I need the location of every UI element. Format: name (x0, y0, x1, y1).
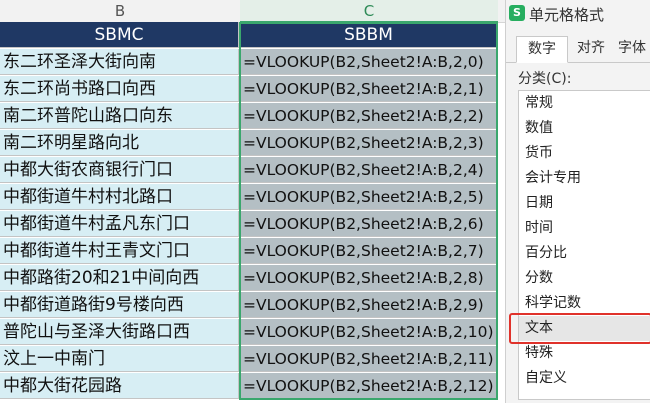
cell-sbbm[interactable]: =VLOOKUP(B2,Sheet2!A:B,2,9) (240, 292, 498, 318)
dialog-titlebar[interactable]: S 单元格格式 (506, 0, 650, 28)
cell-sbbm[interactable]: =VLOOKUP(B2,Sheet2!A:B,2,1) (240, 76, 498, 102)
table-row: 中都街道牛村王青文门口 =VLOOKUP(B2,Sheet2!A:B,2,7) (0, 238, 505, 265)
category-special[interactable]: 特殊 (519, 341, 650, 366)
column-header-row: B C (0, 0, 505, 23)
category-list[interactable]: 常规 数值 货币 会计专用 日期 时间 百分比 分数 科学记数 文本 特殊 自定… (518, 90, 650, 400)
tab-number[interactable]: 数字 (516, 36, 568, 63)
table-row: 南二环普陀山路口向东 =VLOOKUP(B2,Sheet2!A:B,2,2) (0, 103, 505, 130)
cell-sbbm[interactable]: =VLOOKUP(B2,Sheet2!A:B,2,5) (240, 184, 498, 210)
cell-sbmc[interactable]: 中都大街农商银行门口 (0, 157, 239, 183)
category-general[interactable]: 常规 (519, 91, 650, 116)
cell-sbmc[interactable]: 东二环圣泽大街向南 (0, 49, 239, 75)
spreadsheet: B C SBMC SBBM 东二环圣泽大街向南 =VLOOKUP(B2,Shee… (0, 0, 505, 403)
table-row: 中都大街农商银行门口 =VLOOKUP(B2,Sheet2!A:B,2,4) (0, 157, 505, 184)
category-custom[interactable]: 自定义 (519, 366, 650, 391)
category-label: 分类(C): (518, 71, 572, 87)
cell-sbmc[interactable]: 汶上一中南门 (0, 346, 239, 372)
category-accounting[interactable]: 会计专用 (519, 166, 650, 191)
cell-sbbm[interactable]: =VLOOKUP(B2,Sheet2!A:B,2,12) (240, 373, 498, 399)
cell-sbmc[interactable]: 南二环普陀山路口向东 (0, 103, 239, 129)
table-row: 东二环尚书路口向西 =VLOOKUP(B2,Sheet2!A:B,2,1) (0, 76, 505, 103)
cell-sbbm[interactable]: =VLOOKUP(B2,Sheet2!A:B,2,6) (240, 211, 498, 237)
category-fraction[interactable]: 分数 (519, 266, 650, 291)
table-row: 中都街道路街9号楼向西 =VLOOKUP(B2,Sheet2!A:B,2,9) (0, 292, 505, 319)
cell-sbmc[interactable]: 中都街道牛村村北路口 (0, 184, 239, 210)
category-date[interactable]: 日期 (519, 191, 650, 216)
cell-sbbm[interactable]: =VLOOKUP(B2,Sheet2!A:B,2,8) (240, 265, 498, 291)
cell-sbbm[interactable]: =VLOOKUP(B2,Sheet2!A:B,2,3) (240, 130, 498, 156)
cell-header-sbmc[interactable]: SBMC (0, 22, 239, 48)
cell-sbmc[interactable]: 中都街道牛村孟凡东门口 (0, 211, 239, 237)
table-row: 普陀山与圣泽大街路口西 =VLOOKUP(B2,Sheet2!A:B,2,10) (0, 319, 505, 346)
cell-sbbm[interactable]: =VLOOKUP(B2,Sheet2!A:B,2,10) (240, 319, 498, 345)
cell-sbmc[interactable]: 中都街道牛村王青文门口 (0, 238, 239, 264)
cell-sbbm[interactable]: =VLOOKUP(B2,Sheet2!A:B,2,4) (240, 157, 498, 183)
cell-sbmc[interactable]: 中都大街花园路 (0, 373, 239, 399)
cell-sbmc[interactable]: 东二环尚书路口向西 (0, 76, 239, 102)
table-row: 中都街道牛村村北路口 =VLOOKUP(B2,Sheet2!A:B,2,5) (0, 184, 505, 211)
text-category-highlight (509, 313, 650, 344)
tab-alignment[interactable]: 对齐 (570, 36, 612, 61)
cell-sbbm[interactable]: =VLOOKUP(B2,Sheet2!A:B,2,2) (240, 103, 498, 129)
cell-sbbm[interactable]: =VLOOKUP(B2,Sheet2!A:B,2,11) (240, 346, 498, 372)
app-logo-icon: S (509, 5, 525, 21)
cell-sbmc[interactable]: 中都街道路街9号楼向西 (0, 292, 239, 318)
column-header-b[interactable]: B (0, 0, 241, 22)
category-currency[interactable]: 货币 (519, 141, 650, 166)
cell-sbbm[interactable]: =VLOOKUP(B2,Sheet2!A:B,2,7) (240, 238, 498, 264)
table-row: 中都大街花园路 =VLOOKUP(B2,Sheet2!A:B,2,12) (0, 373, 505, 400)
sheet-rows: SBMC SBBM 东二环圣泽大街向南 =VLOOKUP(B2,Sheet2!A… (0, 22, 505, 400)
table-row: 汶上一中南门 =VLOOKUP(B2,Sheet2!A:B,2,11) (0, 346, 505, 373)
dialog-tabs: 数字 对齐 字体 (506, 36, 650, 63)
cell-sbmc[interactable]: 中都路街20和21中间向西 (0, 265, 239, 291)
category-number[interactable]: 数值 (519, 116, 650, 141)
category-time[interactable]: 时间 (519, 216, 650, 241)
tab-font[interactable]: 字体 (618, 36, 650, 61)
table-row: 南二环明星路向北 =VLOOKUP(B2,Sheet2!A:B,2,3) (0, 130, 505, 157)
table-row: 东二环圣泽大街向南 =VLOOKUP(B2,Sheet2!A:B,2,0) (0, 49, 505, 76)
table-row: 中都路街20和21中间向西 =VLOOKUP(B2,Sheet2!A:B,2,8… (0, 265, 505, 292)
table-row: 中都街道牛村孟凡东门口 =VLOOKUP(B2,Sheet2!A:B,2,6) (0, 211, 505, 238)
cell-sbmc[interactable]: 南二环明星路向北 (0, 130, 239, 156)
cell-sbmc[interactable]: 普陀山与圣泽大街路口西 (0, 319, 239, 345)
cell-header-sbbm[interactable]: SBBM (240, 22, 498, 48)
category-percentage[interactable]: 百分比 (519, 241, 650, 266)
cell-sbbm[interactable]: =VLOOKUP(B2,Sheet2!A:B,2,0) (240, 49, 498, 75)
header-row: SBMC SBBM (0, 22, 505, 49)
column-header-c[interactable]: C (240, 0, 498, 23)
dialog-title: 单元格格式 (529, 6, 605, 24)
